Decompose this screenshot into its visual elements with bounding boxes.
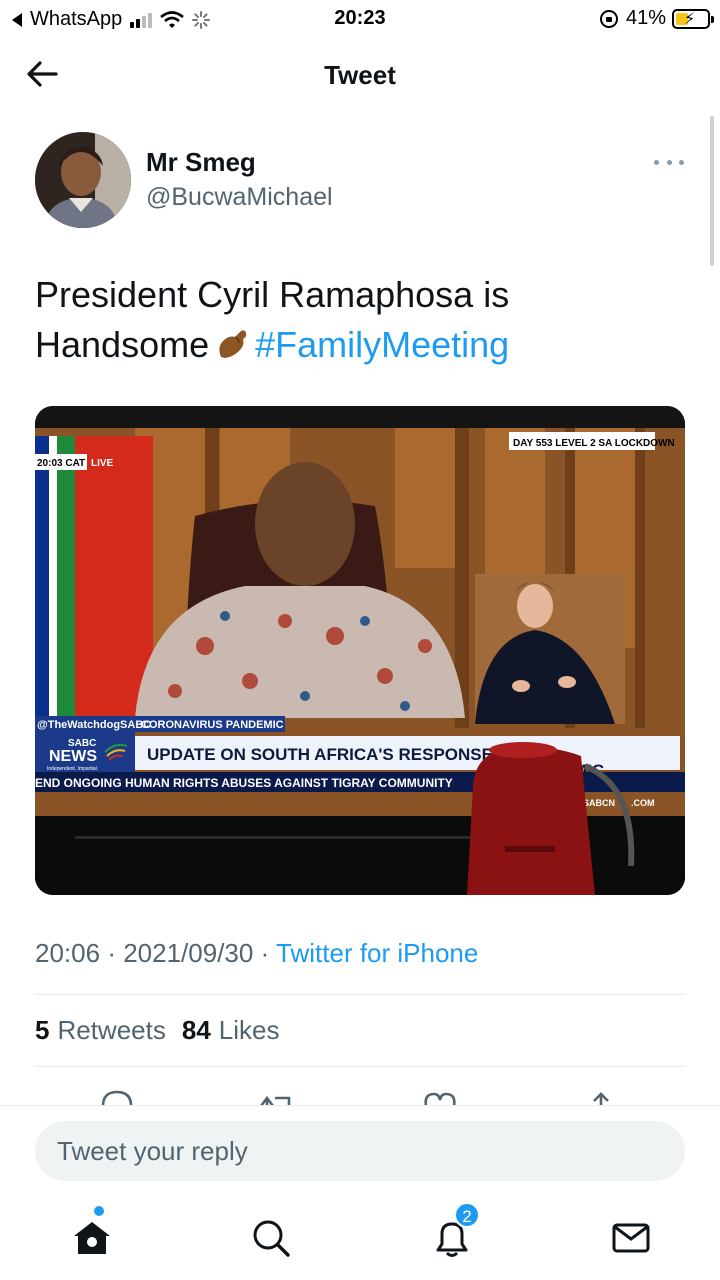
home-icon [74,1222,110,1254]
tv-day-banner: DAY 553 LEVEL 2 SA LOCKDOWN [513,438,675,449]
share-icon[interactable] [583,1086,619,1106]
author-name[interactable]: Mr Smeg [146,147,256,178]
meta-separator: · [107,938,116,968]
retweets-count: 5 [35,1015,50,1045]
avatar[interactable] [35,132,131,228]
retweets-stat[interactable]: 5 Retweets [35,1015,166,1046]
reply-icon[interactable] [99,1086,135,1106]
tweet-date[interactable]: 2021/09/30 [123,938,253,968]
tv-site-b: .COM [631,798,655,808]
tv-handle-tag: @TheWatchdogSABC [37,719,151,731]
tv-ticker: END ONGOING HUMAN RIGHTS ABUSES AGAINST … [35,776,453,790]
battery-percent: 41% [625,7,666,29]
tweet-text-line2: Handsome #FamilyMeeting [35,320,685,370]
retweet-icon[interactable] [257,1086,293,1106]
tweet-timestamp: 20:06 · 2021/09/30 · Twitter for iPhone [35,938,478,969]
like-icon[interactable] [422,1086,458,1106]
likes-stat[interactable]: 84 Likes [182,1015,280,1046]
tab-search[interactable] [249,1216,293,1260]
reply-area: Tweet your reply 2 [0,1105,720,1280]
tv-screen-photo: 20:03 CAT LIVE DAY 553 LEVEL 2 SA LOCKDO… [35,406,685,895]
hashtag-link[interactable]: #FamilyMeeting [255,324,509,365]
tv-live-text: LIVE [91,458,114,469]
notification-badge: 2 [454,1202,480,1228]
tab-messages[interactable] [609,1216,653,1260]
more-options-icon[interactable] [654,152,684,172]
reply-input[interactable]: Tweet your reply [35,1121,685,1181]
tab-notifications[interactable]: 2 [430,1202,480,1260]
avatar-photo [35,132,131,228]
tweet-source-link[interactable]: Twitter for iPhone [276,938,478,968]
tweet-text-word: Handsome [35,324,210,365]
new-content-dot [94,1206,104,1216]
status-bar: WhatsApp 20:23 41% ⚡ [0,0,720,38]
page-title: Tweet [324,60,396,90]
tweet-media-image[interactable]: 20:03 CAT LIVE DAY 553 LEVEL 2 SA LOCKDO… [35,406,685,895]
status-right: 41% ⚡ [599,7,714,30]
scrollbar[interactable] [710,116,714,266]
pinched-fingers-emoji-icon [219,330,247,358]
tv-topic: CORONAVIRUS PANDEMIC [141,719,284,731]
divider [35,994,685,995]
tweet-text: President Cyril Ramaphosa is Handsome #F… [35,270,685,370]
mail-icon [612,1223,650,1253]
likes-label: Likes [218,1015,280,1045]
tv-brand-main: NEWS [49,748,97,765]
likes-count: 84 [181,1015,211,1045]
tv-brand-tagline: Independent. Impartial. [47,766,98,772]
tab-home[interactable] [70,1206,114,1260]
search-icon [253,1220,290,1257]
author-handle[interactable]: @BucwaMichael [146,183,333,212]
retweets-label: Retweets [57,1015,166,1045]
tweet-text-line1: President Cyril Ramaphosa is [35,274,510,315]
tv-site-a: SABCN [583,798,615,808]
header: Tweet [0,38,720,110]
divider [35,1066,685,1067]
tweet-actions [0,1086,720,1106]
meta-separator-2: · [260,938,270,968]
battery-icon: ⚡ [672,8,714,29]
charging-bolt-icon: ⚡ [684,10,696,28]
tweet-time[interactable]: 20:06 [35,938,100,968]
tv-clock-text: 20:03 CAT [37,458,85,469]
tweet-stats: 5 Retweets 84 Likes [35,1015,295,1046]
orientation-lock-icon [599,9,618,28]
